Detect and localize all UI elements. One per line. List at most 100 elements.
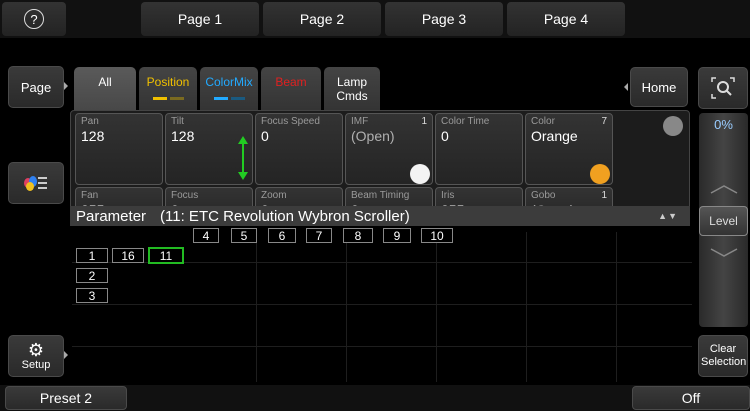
channel-10[interactable]: 10 xyxy=(421,228,453,243)
param-label: Color Time xyxy=(441,116,490,127)
grid-line xyxy=(436,232,437,382)
tab-position[interactable]: Position xyxy=(139,67,197,110)
channel-label: 5 xyxy=(240,228,248,243)
tab-beam-label: Beam xyxy=(275,75,307,89)
color-picker-button[interactable] xyxy=(8,162,64,204)
page-4-label: Page 4 xyxy=(543,11,589,27)
channel-11-selected[interactable]: 11 xyxy=(148,247,184,264)
channel-label: 8 xyxy=(354,228,362,243)
page-1-button[interactable]: Page 1 xyxy=(141,2,259,36)
channel-2[interactable]: 2 xyxy=(76,268,108,283)
param-label: IMF xyxy=(351,116,369,127)
channel-5[interactable]: 5 xyxy=(231,228,257,243)
page-button-label: Page xyxy=(20,79,52,95)
channel-label: 9 xyxy=(393,228,401,243)
preset-button[interactable]: Preset 2 xyxy=(5,386,127,410)
scroll-indicator-icon[interactable] xyxy=(663,116,683,136)
clear-selection-button[interactable]: Clear Selection xyxy=(698,335,748,377)
param-label: Pan xyxy=(81,116,99,127)
home-button[interactable]: Home xyxy=(630,67,688,107)
channel-1[interactable]: 1 xyxy=(76,248,108,263)
param-label: Gobo xyxy=(531,190,556,201)
fader-down-icon xyxy=(710,248,738,257)
color-palette-icon xyxy=(24,174,48,192)
param-value: 128 xyxy=(81,128,105,144)
position-indicator xyxy=(152,97,184,100)
param-value: (Open) xyxy=(351,128,395,144)
grid-line xyxy=(72,304,692,305)
channel-label: 7 xyxy=(315,228,323,243)
parameter-panel: Pan 128 Tilt 128 Focus Speed 0 IMF 1 (Op… xyxy=(70,110,690,210)
parameter-bar-fixture: (11: ETC Revolution Wybron Scroller) xyxy=(160,207,410,225)
channel-3[interactable]: 3 xyxy=(76,288,108,303)
home-arrow-icon xyxy=(624,83,628,91)
tab-lamp-cmds[interactable]: Lamp Cmds xyxy=(324,67,380,110)
param-value: 0 xyxy=(441,128,449,144)
page-button[interactable]: Page xyxy=(8,66,64,108)
tab-all[interactable]: All xyxy=(74,67,136,110)
channel-label: 3 xyxy=(88,288,96,303)
param-index: 1 xyxy=(601,190,607,201)
channel-7[interactable]: 7 xyxy=(306,228,332,243)
tab-colormix[interactable]: ColorMix xyxy=(200,67,258,110)
param-label: Zoom xyxy=(261,190,287,201)
page-4-button[interactable]: Page 4 xyxy=(507,2,625,36)
param-focus-speed[interactable]: Focus Speed 0 xyxy=(255,113,343,185)
param-index: 1 xyxy=(421,116,427,127)
channel-4[interactable]: 4 xyxy=(193,228,219,243)
open-swatch-icon xyxy=(410,164,430,184)
channel-16[interactable]: 16 xyxy=(112,248,144,263)
param-label: Beam Timing xyxy=(351,190,410,201)
level-fader-handle[interactable]: Level xyxy=(699,206,748,236)
tab-all-label: All xyxy=(98,75,112,89)
grid-line xyxy=(526,232,527,382)
sort-arrows-icon[interactable]: ▲▼ xyxy=(658,211,678,221)
param-pan[interactable]: Pan 128 xyxy=(75,113,163,185)
grid-line xyxy=(346,232,347,382)
page-3-button[interactable]: Page 3 xyxy=(385,2,503,36)
level-label: Level xyxy=(709,214,738,228)
parameter-bar[interactable]: Parameter (11: ETC Revolution Wybron Scr… xyxy=(70,206,690,226)
param-imf[interactable]: IMF 1 (Open) xyxy=(345,113,433,185)
param-label: Color xyxy=(531,116,555,127)
channel-6[interactable]: 6 xyxy=(268,228,296,243)
off-button[interactable]: Off xyxy=(632,386,750,410)
home-label: Home xyxy=(641,79,677,95)
channel-label: 2 xyxy=(88,268,96,283)
color-swatch-icon xyxy=(590,164,610,184)
help-button[interactable]: ? xyxy=(2,2,66,36)
page-2-button[interactable]: Page 2 xyxy=(263,2,381,36)
param-color-time[interactable]: Color Time 0 xyxy=(435,113,523,185)
setup-button[interactable]: ⚙ Setup xyxy=(8,335,64,377)
parameter-bar-label: Parameter xyxy=(76,207,147,225)
tab-beam[interactable]: Beam xyxy=(261,67,321,110)
gear-icon: ⚙ xyxy=(27,340,45,360)
help-icon: ? xyxy=(24,9,44,29)
zoom-fit-button[interactable] xyxy=(698,67,748,109)
colormix-indicator xyxy=(213,97,245,100)
tab-lamp-label: Lamp Cmds xyxy=(336,75,368,103)
setup-label: Setup xyxy=(21,359,51,371)
zoom-fit-icon xyxy=(711,77,735,99)
level-fader[interactable]: 0% Level xyxy=(699,113,748,327)
page-arrow-icon xyxy=(64,82,68,90)
channel-label: 1 xyxy=(88,248,96,263)
param-tilt[interactable]: Tilt 128 xyxy=(165,113,253,185)
channel-label: 10 xyxy=(430,228,444,243)
param-label: Focus Speed xyxy=(261,116,320,127)
grid-line xyxy=(616,232,617,382)
tab-colormix-label: ColorMix xyxy=(205,75,253,89)
param-color[interactable]: Color 7 Orange xyxy=(525,113,613,185)
param-value: 0 xyxy=(261,128,269,144)
param-index: 7 xyxy=(601,116,607,127)
grid-line xyxy=(72,346,692,347)
page-2-label: Page 2 xyxy=(299,11,345,27)
param-label: Fan xyxy=(81,190,99,201)
channel-label: 11 xyxy=(159,248,173,263)
channel-8[interactable]: 8 xyxy=(343,228,373,243)
channel-label: 4 xyxy=(202,228,210,243)
setup-arrow-icon xyxy=(64,351,68,359)
channel-9[interactable]: 9 xyxy=(383,228,411,243)
tilt-arrows-icon xyxy=(238,136,248,180)
fader-up-icon xyxy=(710,185,738,194)
